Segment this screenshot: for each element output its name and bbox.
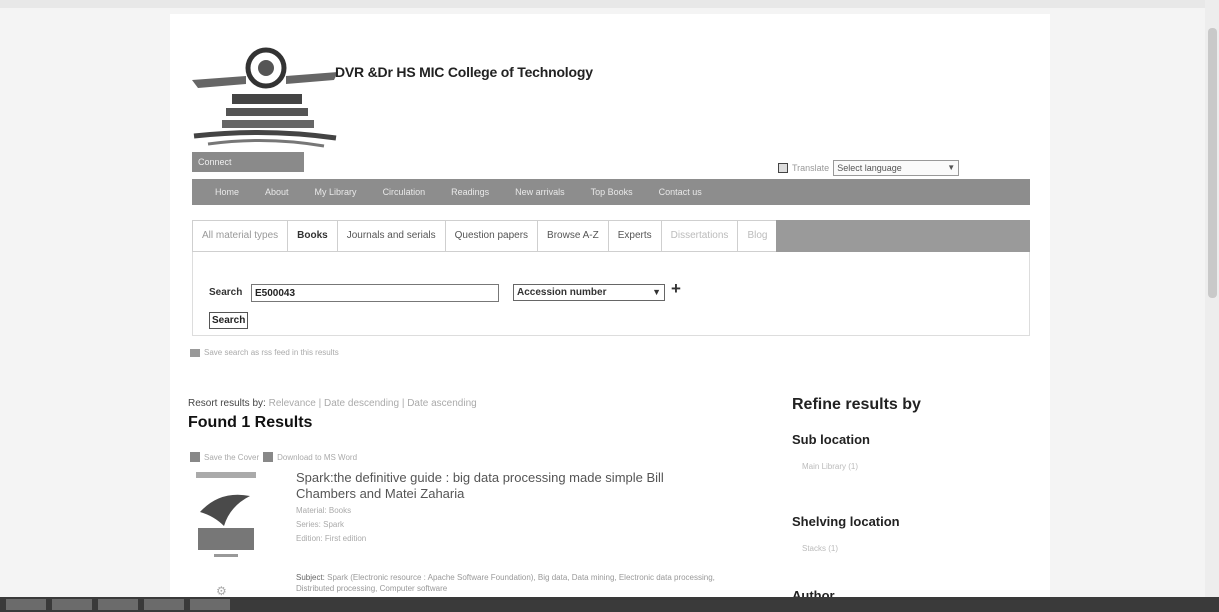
search-tabs: All material types Books Journals and se… [192, 220, 1030, 252]
resort-options[interactable]: Relevance | Date descending | Date ascen… [269, 398, 477, 409]
resort-label: Resort results by: [188, 398, 266, 409]
rss-icon [190, 348, 200, 357]
nav-item-readings[interactable]: Readings [438, 187, 502, 197]
result-tools: Save the Cover Download to MS Word [190, 452, 357, 462]
nav-item-new-arrivals[interactable]: New arrivals [502, 187, 578, 197]
main-navbar: Home About My Library Circulation Readin… [192, 179, 1030, 205]
translate-label: Translate [792, 163, 830, 173]
resort-bar: Resort results by: Relevance | Date desc… [188, 398, 477, 409]
taskbar-item[interactable] [190, 599, 230, 610]
taskbar-item[interactable] [144, 599, 184, 610]
facet-shelving-location: Shelving location [792, 514, 900, 529]
facet-sub-location-value[interactable]: Main Library (1) [802, 462, 858, 471]
saved-search-label: Save search as rss feed in this results [204, 348, 339, 357]
download-link[interactable]: Download to MS Word [277, 453, 357, 462]
tab-browse-a-z[interactable]: Browse A-Z [537, 220, 609, 252]
social-connect-bar[interactable]: Connect [192, 152, 304, 172]
nav-item-home[interactable]: Home [202, 187, 252, 197]
result-edition: Edition: First edition [296, 534, 367, 543]
save-cover-link[interactable]: Save the Cover [204, 453, 259, 462]
availability-icon: ⚙ [216, 584, 227, 598]
tab-blog[interactable]: Blog [737, 220, 778, 252]
save-icon[interactable] [190, 452, 200, 462]
refine-title: Refine results by [792, 396, 921, 413]
chevron-down-icon: ▼ [652, 287, 661, 297]
nav-item-top-books[interactable]: Top Books [578, 187, 646, 197]
nav-item-circulation[interactable]: Circulation [370, 187, 439, 197]
catalog-page: DVR &Dr HS MIC College of Technology Con… [170, 14, 1050, 603]
tab-dissertations[interactable]: Dissertations [660, 220, 739, 252]
saved-search-link[interactable]: Save search as rss feed in this results [190, 348, 339, 357]
nav-item-contact[interactable]: Contact us [646, 187, 715, 197]
search-index-select[interactable]: Accession number ▼ [513, 284, 665, 301]
results-count: Found 1 Results [188, 414, 313, 431]
result-series: Series: Spark [296, 520, 345, 529]
scan-edge [0, 0, 1219, 8]
language-select[interactable]: Select language ▼ [833, 160, 960, 176]
nav-item-about[interactable]: About [252, 187, 302, 197]
taskbar [0, 597, 1219, 612]
college-name: DVR &Dr HS MIC College of Technology [335, 64, 593, 80]
scrollbar-thumb[interactable] [1208, 28, 1217, 298]
book-cover-image[interactable] [190, 466, 262, 560]
tab-all-material-types[interactable]: All material types [192, 220, 289, 252]
search-input[interactable] [251, 284, 499, 302]
chevron-down-icon: ▼ [947, 163, 956, 172]
download-icon[interactable] [263, 452, 274, 462]
facet-sub-location: Sub location [792, 432, 870, 447]
subject-list[interactable]: Spark (Electronic resource : Apache Soft… [296, 573, 715, 593]
tab-question-papers[interactable]: Question papers [444, 220, 539, 252]
tab-books[interactable]: Books [287, 220, 338, 252]
tab-journals[interactable]: Journals and serials [336, 220, 446, 252]
language-selector: Translate Select language ▼ [778, 160, 960, 176]
search-label: Search [209, 287, 243, 298]
tabs-filler [776, 220, 1030, 252]
result-material: Material: Books [296, 506, 352, 515]
search-button[interactable]: Search [209, 312, 249, 329]
add-search-field-button[interactable]: + [671, 279, 681, 299]
search-panel: Search Accession number ▼ + Search [192, 252, 1030, 336]
subject-label: Subject: [296, 573, 325, 582]
page-scrollbar[interactable] [1205, 0, 1219, 600]
search-index-value: Accession number [517, 287, 607, 298]
language-select-value: Select language [837, 163, 902, 173]
taskbar-item[interactable] [52, 599, 92, 610]
result-subjects: Subject: Spark (Electronic resource : Ap… [296, 572, 736, 594]
nav-item-my-library[interactable]: My Library [302, 187, 370, 197]
college-logo [192, 47, 338, 148]
translate-icon [778, 163, 788, 173]
result-title[interactable]: Spark:the definitive guide : big data pr… [296, 470, 696, 502]
tab-experts[interactable]: Experts [607, 220, 662, 252]
start-button[interactable] [6, 599, 46, 610]
taskbar-item[interactable] [98, 599, 138, 610]
facet-shelving-location-value[interactable]: Stacks (1) [802, 544, 838, 553]
